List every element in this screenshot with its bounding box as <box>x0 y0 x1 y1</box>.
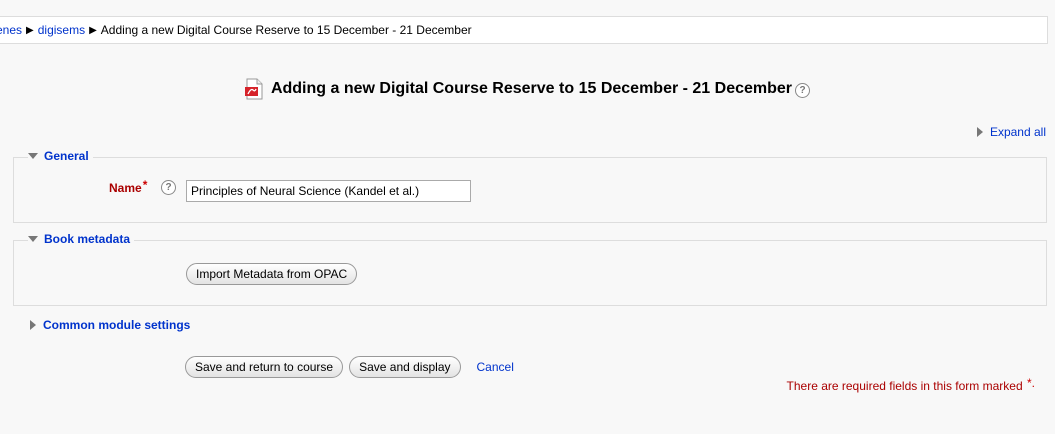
breadcrumb-separator-icon: ▶ <box>89 24 97 36</box>
save-and-display-button[interactable]: Save and display <box>349 356 461 378</box>
page-title: Adding a new Digital Course Reserve to 1… <box>270 80 793 97</box>
expand-all[interactable]: Expand all <box>976 125 1046 139</box>
expanded-arrow-icon <box>28 153 38 159</box>
name-field[interactable] <box>186 180 471 202</box>
book-metadata-section: Book metadata Import Metadata from OPAC <box>13 232 1047 306</box>
book-metadata-legend: Book metadata <box>44 232 131 246</box>
pdf-icon <box>244 78 263 100</box>
cancel-link[interactable]: Cancel <box>477 360 514 374</box>
name-label: Name* <box>109 178 148 195</box>
required-marker: * <box>142 178 148 192</box>
general-legend: General <box>44 149 89 163</box>
import-metadata-button[interactable]: Import Metadata from OPAC <box>186 263 358 285</box>
general-section-toggle[interactable]: General <box>28 149 93 163</box>
breadcrumb-current: Adding a new Digital Course Reserve to 1… <box>100 23 472 37</box>
page-heading: Adding a new Digital Course Reserve to 1… <box>0 78 1055 100</box>
help-icon[interactable]: ? <box>795 83 811 98</box>
save-and-return-button[interactable]: Save and return to course <box>185 356 344 378</box>
required-marker: *. <box>1026 376 1035 390</box>
breadcrumb-link-digisems[interactable]: digisems <box>38 23 85 37</box>
form-actions: Save and return to course Save and displ… <box>185 356 514 378</box>
required-fields-note: There are required fields in this form m… <box>786 376 1035 393</box>
breadcrumb-link-enes[interactable]: enes <box>0 23 22 37</box>
common-module-legend: Common module settings <box>43 318 191 332</box>
expand-all-link[interactable]: Expand all <box>990 125 1046 139</box>
expanded-arrow-icon <box>28 236 38 242</box>
general-section: General Name* ? <box>13 149 1047 223</box>
breadcrumb: enes ▶ digisems ▶ Adding a new Digital C… <box>0 16 1048 44</box>
breadcrumb-separator-icon: ▶ <box>26 24 34 36</box>
help-icon[interactable]: ? <box>161 180 176 195</box>
book-metadata-toggle[interactable]: Book metadata <box>28 232 135 246</box>
collapsed-arrow-icon <box>976 127 983 137</box>
common-module-settings-toggle[interactable]: Common module settings <box>30 318 190 332</box>
collapsed-arrow-icon <box>30 320 36 330</box>
